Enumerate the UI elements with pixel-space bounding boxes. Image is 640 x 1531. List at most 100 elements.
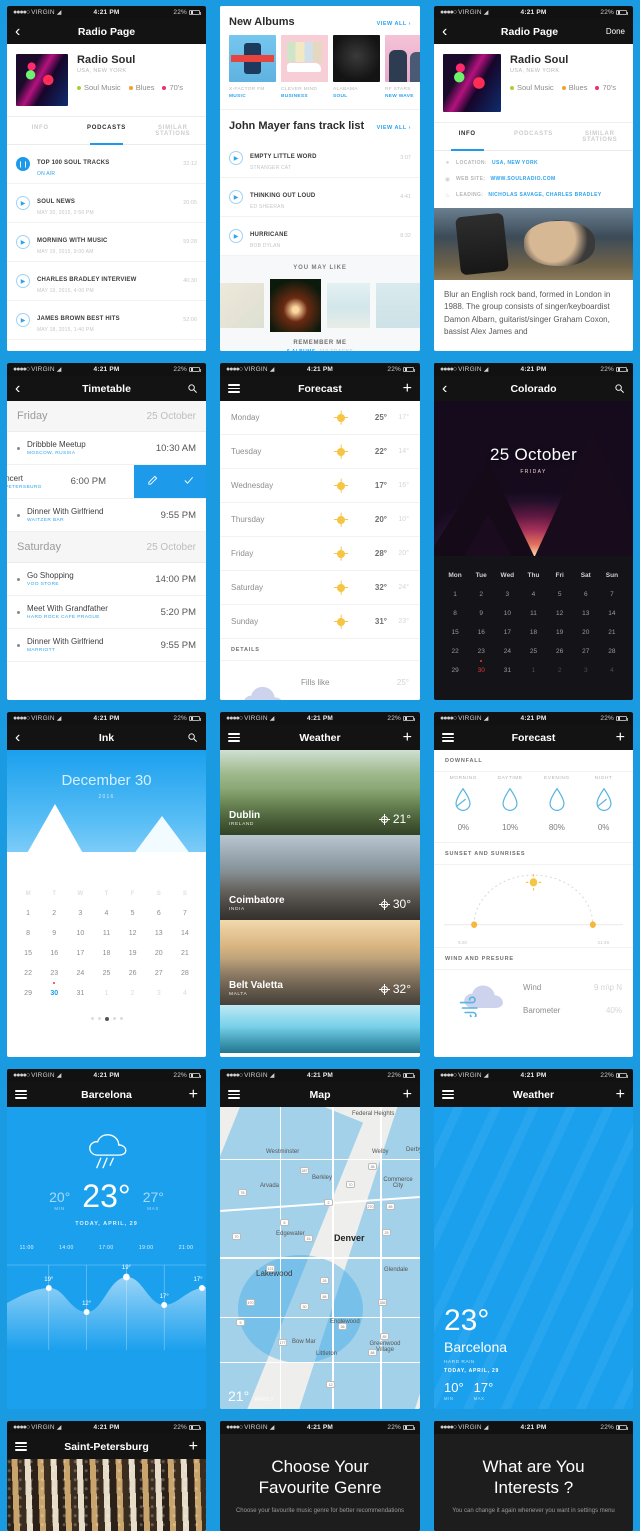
search-icon[interactable] [172, 732, 198, 743]
calendar-day[interactable]: 1 [15, 903, 41, 923]
list-item[interactable]: ▶LITTLE RICHARDS BEST HITSAPRIL 23, 2015… [7, 340, 206, 351]
calendar-day[interactable]: 22 [442, 642, 468, 661]
list-item[interactable]: ▶ EMPTY LITTLE WORD STRANGER CAT 3:07 [220, 139, 420, 178]
calendar-day-selected[interactable]: 30 [468, 660, 494, 680]
calendar-day[interactable]: 26 [547, 642, 573, 661]
calendar-day[interactable]: 29 [442, 661, 468, 680]
calendar-day[interactable]: 18 [93, 943, 119, 963]
calendar-day-selected[interactable]: 30 [41, 982, 67, 1003]
list-item[interactable]: ▶ CHARLES BRADLEY INTERVIEW MAY 19, 2015, … [7, 262, 206, 301]
calendar-day[interactable]: 2 [120, 983, 146, 1003]
calendar-day[interactable]: 2 [41, 903, 67, 923]
info-value[interactable]: USA, NEW YORK [492, 160, 538, 166]
album-card[interactable]: X-FACTOR FM MUSIC [229, 35, 276, 99]
calendar-day[interactable]: 9 [41, 923, 67, 943]
calendar-day[interactable]: 5 [547, 585, 573, 604]
play-icon[interactable]: ▶ [16, 196, 30, 210]
add-icon[interactable] [172, 1087, 198, 1103]
tag[interactable]: Blues [561, 83, 587, 92]
search-icon[interactable] [599, 383, 625, 394]
calendar-day[interactable]: 18 [520, 623, 546, 642]
tab-similar-stations[interactable]: SIMILAR STATIONS [140, 117, 206, 144]
list-item[interactable]: ▶ THINKING OUT LOUD ED SHEERAN 4:41 [220, 178, 420, 217]
calendar-day[interactable]: 31 [494, 661, 520, 680]
menu-icon[interactable] [15, 1088, 41, 1101]
recommendation-art-active[interactable] [269, 279, 321, 332]
list-item[interactable]: Dinner With Girlfriend WAITZER BAR 9:55 PM [7, 499, 206, 532]
calendar-day[interactable]: 1 [520, 661, 546, 680]
recommendation-art[interactable] [220, 283, 264, 328]
city-card[interactable]: Dublin IRELAND 21° [220, 750, 420, 835]
list-item[interactable]: Thursday 20° 10° [220, 503, 420, 537]
calendar-day[interactable]: 14 [172, 923, 198, 943]
tag[interactable]: 70's [162, 83, 183, 92]
tag[interactable]: Soul Music [510, 83, 554, 92]
calendar-day[interactable]: 7 [172, 903, 198, 923]
calendar-day[interactable]: 3 [146, 983, 172, 1003]
calendar-day[interactable]: 13 [146, 923, 172, 943]
calendar-day[interactable]: 21 [599, 623, 625, 642]
play-icon[interactable]: ▶ [16, 274, 30, 288]
calendar-day[interactable]: 11 [520, 604, 546, 623]
done-button[interactable]: Done [591, 27, 625, 36]
calendar-day[interactable]: 22 [15, 963, 41, 983]
calendar-day[interactable]: 20 [573, 623, 599, 642]
calendar-day[interactable]: 4 [172, 983, 198, 1003]
calendar-day[interactable]: 3 [67, 903, 93, 923]
calendar-day[interactable]: 6 [146, 903, 172, 923]
city-card[interactable]: Belt Valetta MALTA 32° [220, 920, 420, 1005]
album-card[interactable]: ALABAMA SOUL [333, 35, 380, 99]
view-all-link[interactable]: VIEW ALL › [377, 21, 411, 27]
list-item-swiped[interactable]: ConcertST. PETERSBURG 6:00 PM [7, 465, 206, 499]
tab-info[interactable]: INFO [434, 123, 500, 151]
recommendation-art[interactable] [326, 283, 371, 328]
tag[interactable]: Soul Music [77, 83, 121, 92]
calendar-day[interactable]: 5 [120, 903, 146, 923]
back-icon[interactable] [442, 24, 468, 40]
calendar-day[interactable]: 1 [93, 983, 119, 1003]
list-item[interactable]: Friday 28° 20° [220, 537, 420, 571]
calendar-day[interactable]: 15 [442, 623, 468, 642]
calendar-day[interactable]: 17 [494, 623, 520, 642]
add-icon[interactable] [172, 1439, 198, 1455]
list-item[interactable]: Dinner With Girlfriend MARRIOTT 9:55 PM [7, 629, 206, 662]
list-item[interactable]: ▶ MORNING WITH MUSIC MAY 19, 2015, 9:00 AM… [7, 223, 206, 262]
play-icon[interactable]: ▶ [229, 151, 243, 165]
tab-podcasts[interactable]: PODCASTS [500, 123, 566, 150]
calendar-day[interactable]: 25 [93, 963, 119, 983]
search-icon[interactable] [172, 383, 198, 394]
calendar-day[interactable]: 2 [547, 661, 573, 680]
view-all-link[interactable]: VIEW ALL › [377, 125, 411, 131]
list-item[interactable]: Tuesday 22° 14° [220, 435, 420, 469]
info-value[interactable]: NICHOLAS SAVAGE, CHARLES BRADLEY [488, 192, 601, 198]
calendar-day[interactable]: 21 [172, 943, 198, 963]
tag[interactable]: Blues [128, 83, 154, 92]
calendar-day[interactable]: 12 [547, 604, 573, 623]
edit-icon[interactable] [147, 473, 158, 491]
calendar-day[interactable]: 31 [67, 983, 93, 1003]
calendar-day[interactable]: 12 [120, 923, 146, 943]
list-item[interactable]: Wednesday 17° 16° [220, 469, 420, 503]
list-item[interactable]: Sunday 31° 23° [220, 605, 420, 639]
calendar-day[interactable]: 29 [15, 983, 41, 1003]
play-icon[interactable]: ▶ [229, 229, 243, 243]
info-value[interactable]: WWW.SOULRADIO.COM [490, 176, 555, 182]
calendar-day[interactable]: 3 [573, 661, 599, 680]
calendar-day[interactable]: 25 [520, 642, 546, 661]
tab-similar-stations[interactable]: SIMILAR STATIONS [567, 123, 633, 150]
city-card[interactable]: Coimbatore INDIA 30° [220, 835, 420, 920]
calendar-day[interactable]: 16 [41, 943, 67, 963]
list-item[interactable]: ▶ HURRICANE BOB DYLAN 8:32 [220, 217, 420, 256]
calendar-day[interactable]: 20 [146, 943, 172, 963]
calendar-day[interactable]: 14 [599, 604, 625, 623]
recommendation-carousel[interactable] [220, 279, 420, 332]
tab-info[interactable]: INFO [7, 117, 73, 144]
menu-icon[interactable] [228, 1088, 254, 1101]
add-icon[interactable] [386, 1087, 412, 1103]
play-icon[interactable]: ▶ [16, 313, 30, 327]
list-item[interactable]: Monday 25° 17° [220, 401, 420, 435]
calendar-day[interactable]: 10 [67, 923, 93, 943]
page-indicator[interactable] [7, 1011, 206, 1029]
album-card[interactable]: CLEVER MIND BUSINESS [281, 35, 328, 99]
play-icon[interactable]: ▶ [229, 190, 243, 204]
